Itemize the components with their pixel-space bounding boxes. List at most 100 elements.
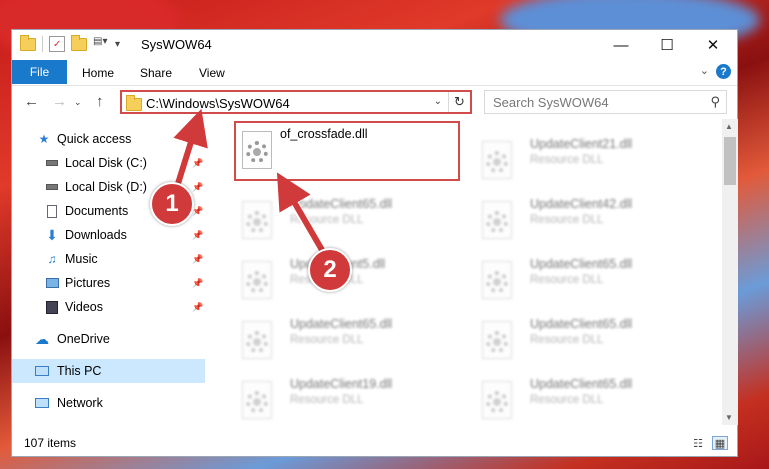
dll-gear-icon — [482, 321, 512, 359]
sidebar-item-network[interactable]: Network — [12, 391, 205, 415]
pin-icon[interactable]: 📌 — [192, 254, 203, 265]
address-path: C:\Windows\SysWOW64 — [146, 96, 290, 111]
refresh-icon[interactable]: ↻ — [448, 92, 470, 112]
file-type: Resource DLL — [530, 154, 604, 166]
expand-ribbon-icon[interactable]: ⌄ — [700, 64, 709, 77]
toolbar-dropdown-icon[interactable]: ▾ — [115, 39, 120, 50]
explorer-window: ✓ ▤▾ ▾ SysWOW64 — ☐ ✕ File Home Share Vi… — [11, 29, 738, 457]
file-name: UpdateClient65.dll — [530, 257, 633, 271]
music-icon: ♫ — [47, 252, 57, 266]
file-type: Resource DLL — [290, 394, 364, 406]
network-icon — [34, 396, 50, 410]
star-icon: ★ — [38, 132, 50, 146]
cloud-icon: ☁ — [35, 330, 49, 347]
vertical-scrollbar[interactable]: ▲ ▼ — [722, 119, 738, 425]
file-name: UpdateClient65.dll — [530, 317, 633, 331]
sidebar-item-videos[interactable]: Videos 📌 — [12, 295, 205, 319]
sidebar-item-label: Downloads — [65, 228, 127, 242]
sidebar-item-label: Network — [57, 396, 103, 410]
status-bar: 107 items ☷ ▦ — [12, 432, 737, 456]
scroll-down-icon[interactable]: ▼ — [725, 413, 733, 422]
file-item[interactable]: UpdateClient21.dll Resource DLL — [470, 133, 700, 193]
address-bar[interactable]: C:\Windows\SysWOW64 ⌄ ↻ — [120, 90, 472, 114]
file-name: UpdateClient65.dll — [530, 377, 633, 391]
dll-gear-icon — [242, 261, 272, 299]
dll-gear-icon — [242, 201, 272, 239]
tab-file[interactable]: File — [12, 60, 67, 84]
customize-toolbar-icon[interactable]: ▤▾ — [93, 36, 109, 52]
up-arrow-icon[interactable]: ↑ — [96, 93, 104, 110]
tab-share[interactable]: Share — [140, 66, 172, 80]
pin-icon[interactable]: 📌 — [192, 158, 203, 169]
documents-icon — [44, 204, 60, 218]
tab-view[interactable]: View — [199, 66, 225, 80]
sidebar-item-label: Local Disk (C:) — [65, 156, 147, 170]
drive-icon — [44, 156, 60, 170]
file-type: Resource DLL — [530, 274, 604, 286]
sidebar-item-pictures[interactable]: Pictures 📌 — [12, 271, 205, 295]
file-type: Resource DLL — [290, 334, 364, 346]
sidebar-item-label: Local Disk (D:) — [65, 180, 147, 194]
file-name: UpdateClient42.dll — [530, 197, 633, 211]
search-placeholder: Search SysWOW64 — [493, 95, 609, 110]
sidebar-item-music[interactable]: ♫ Music 📌 — [12, 247, 205, 271]
divider — [42, 36, 43, 52]
file-name: UpdateClient21.dll — [530, 137, 633, 151]
search-input[interactable]: Search SysWOW64 ⚲ — [484, 90, 727, 114]
tab-home[interactable]: Home — [82, 66, 114, 80]
forward-arrow-icon[interactable]: → — [52, 93, 67, 110]
sidebar-item-downloads[interactable]: ⬇ Downloads 📌 — [12, 223, 205, 247]
back-arrow-icon[interactable]: ← — [24, 93, 39, 110]
minimize-button[interactable]: — — [598, 30, 644, 60]
sidebar-item-label: Videos — [65, 300, 103, 314]
item-count: 107 items — [24, 436, 77, 450]
pin-icon[interactable]: 📌 — [192, 278, 203, 289]
file-type: Resource DLL — [530, 214, 604, 226]
recent-locations-chevron-icon[interactable]: ⌄ — [74, 97, 82, 108]
sidebar-item-label: OneDrive — [57, 332, 110, 346]
file-item[interactable]: UpdateClient19.dll Resource DLL — [230, 373, 460, 425]
sidebar-item-this-pc[interactable]: This PC — [12, 359, 205, 383]
properties-icon[interactable]: ✓ — [49, 36, 65, 52]
callout-step-1: 1 — [150, 182, 194, 226]
large-icons-view-icon[interactable]: ▦ — [712, 436, 728, 450]
scroll-up-icon[interactable]: ▲ — [725, 122, 733, 131]
folder-icon — [126, 95, 142, 111]
sidebar-item-quick-access[interactable]: ★ Quick access — [12, 127, 205, 151]
dll-gear-icon — [482, 201, 512, 239]
help-icon[interactable]: ? — [716, 64, 731, 79]
file-item[interactable]: UpdateClient42.dll Resource DLL — [470, 193, 700, 253]
dll-gear-icon — [482, 261, 512, 299]
file-type: Resource DLL — [530, 394, 604, 406]
file-item-of-crossfade[interactable]: of_crossfade.dll — [216, 121, 460, 183]
file-highlight-box — [234, 121, 460, 181]
file-item[interactable]: UpdateClient65.dll Resource DLL — [470, 253, 700, 313]
details-view-icon[interactable]: ☷ — [690, 436, 706, 450]
sidebar-item-local-disk-c[interactable]: Local Disk (C:) 📌 — [12, 151, 205, 175]
computer-icon — [34, 364, 50, 378]
file-name: UpdateClient19.dll — [290, 377, 393, 391]
pin-icon[interactable]: 📌 — [192, 302, 203, 313]
sidebar-item-onedrive[interactable]: ☁ OneDrive — [12, 327, 205, 351]
pin-icon[interactable]: 📌 — [192, 230, 203, 241]
file-item[interactable]: UpdateClient65.dll Resource DLL — [230, 313, 460, 373]
quick-access-toolbar: ✓ ▤▾ ▾ — [20, 34, 120, 52]
window-title: SysWOW64 — [141, 37, 212, 52]
address-history-chevron-icon[interactable]: ⌄ — [434, 96, 442, 107]
file-name: UpdateClient65.dll — [290, 197, 393, 211]
sidebar-item-label: Quick access — [57, 132, 132, 146]
callout-step-2: 2 — [308, 248, 352, 292]
folder-icon — [20, 34, 36, 51]
navigation-pane: ★ Quick access Local Disk (C:) 📌 Local D… — [12, 119, 205, 425]
pin-icon[interactable]: 📌 — [192, 182, 203, 193]
file-item[interactable]: UpdateClient65.dll Resource DLL — [230, 193, 460, 253]
sidebar-item-label: Music — [65, 252, 98, 266]
file-item[interactable]: UpdateClient65.dll Resource DLL — [470, 313, 700, 373]
scroll-thumb[interactable] — [724, 137, 736, 185]
close-button[interactable]: ✕ — [690, 30, 736, 60]
file-item[interactable]: UpdateClient65.dll Resource DLL — [470, 373, 700, 425]
file-type: Resource DLL — [530, 334, 604, 346]
pictures-icon — [44, 276, 60, 290]
new-folder-icon[interactable] — [71, 34, 87, 51]
maximize-button[interactable]: ☐ — [644, 30, 690, 60]
